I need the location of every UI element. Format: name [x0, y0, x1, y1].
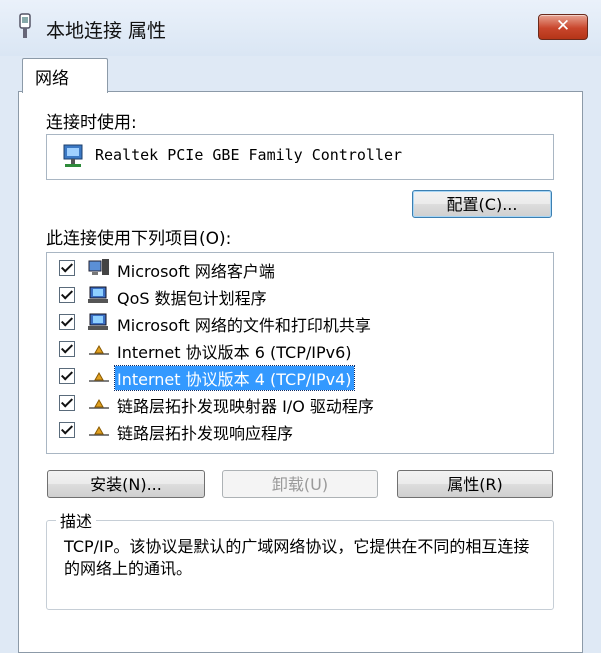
- item-checkbox[interactable]: [59, 341, 75, 357]
- list-item[interactable]: Microsoft 网络客户端: [47, 255, 553, 282]
- description-title: 描述: [56, 508, 97, 532]
- item-label: Internet 协议版本 6 (TCP/IPv6): [117, 343, 352, 362]
- item-checkbox[interactable]: [59, 314, 75, 330]
- description-text: TCP/IP。该协议是默认的广域网络协议，它提供在不同的相互连接的网络上的通讯。: [64, 537, 530, 578]
- item-checkbox[interactable]: [59, 422, 75, 438]
- components-list[interactable]: Microsoft 网络客户端 QoS 数据包计划程序 Microsoft 网络…: [46, 252, 554, 454]
- item-checkbox[interactable]: [59, 395, 75, 411]
- configure-button[interactable]: 配置(C)...: [412, 190, 552, 218]
- item-label: Internet 协议版本 4 (TCP/IPv4): [114, 365, 355, 391]
- network-client-icon: [88, 259, 109, 275]
- network-adapter-icon: [19, 13, 31, 38]
- install-button[interactable]: 安装(N)...: [47, 470, 205, 498]
- list-item[interactable]: 链路层拓扑发现响应程序: [47, 417, 553, 444]
- list-item[interactable]: QoS 数据包计划程序: [47, 282, 553, 309]
- item-checkbox[interactable]: [59, 260, 75, 276]
- tab-network[interactable]: 网络: [22, 58, 108, 93]
- protocol-icon: [89, 425, 109, 436]
- item-label: 链路层拓扑发现映射器 I/O 驱动程序: [117, 397, 374, 416]
- item-label: QoS 数据包计划程序: [117, 289, 267, 308]
- close-button[interactable]: ✕: [538, 14, 588, 40]
- properties-button[interactable]: 属性(R): [397, 470, 553, 498]
- adapter-name: Realtek PCIe GBE Family Controller: [95, 146, 403, 164]
- list-item-selected[interactable]: Internet 协议版本 4 (TCP/IPv4): [47, 363, 553, 391]
- adapter-field: Realtek PCIe GBE Family Controller: [46, 134, 554, 180]
- file-printer-sharing-icon: [88, 313, 108, 330]
- protocol-icon: [89, 344, 109, 355]
- items-label: 此连接使用下列项目(O):: [46, 229, 232, 249]
- item-label: Microsoft 网络客户端: [117, 262, 275, 281]
- item-checkbox[interactable]: [59, 368, 75, 384]
- qos-scheduler-icon: [88, 286, 108, 303]
- tab-label: 网络: [35, 69, 69, 89]
- protocol-icon: [89, 371, 109, 382]
- window-title: 本地连接 属性: [46, 20, 167, 42]
- protocol-icon: [89, 398, 109, 409]
- uninstall-button[interactable]: 卸载(U): [222, 470, 378, 498]
- item-label: Microsoft 网络的文件和打印机共享: [117, 316, 371, 335]
- list-item[interactable]: Microsoft 网络的文件和打印机共享: [47, 309, 553, 336]
- network-card-icon: [63, 144, 83, 167]
- item-label: 链路层拓扑发现响应程序: [117, 424, 294, 443]
- item-checkbox[interactable]: [59, 287, 75, 303]
- connect-using-label: 连接时使用:: [46, 113, 137, 133]
- list-item[interactable]: 链路层拓扑发现映射器 I/O 驱动程序: [47, 390, 553, 417]
- title-bar: 本地连接 属性 ✕: [0, 0, 601, 56]
- list-item[interactable]: Internet 协议版本 6 (TCP/IPv6): [47, 336, 553, 363]
